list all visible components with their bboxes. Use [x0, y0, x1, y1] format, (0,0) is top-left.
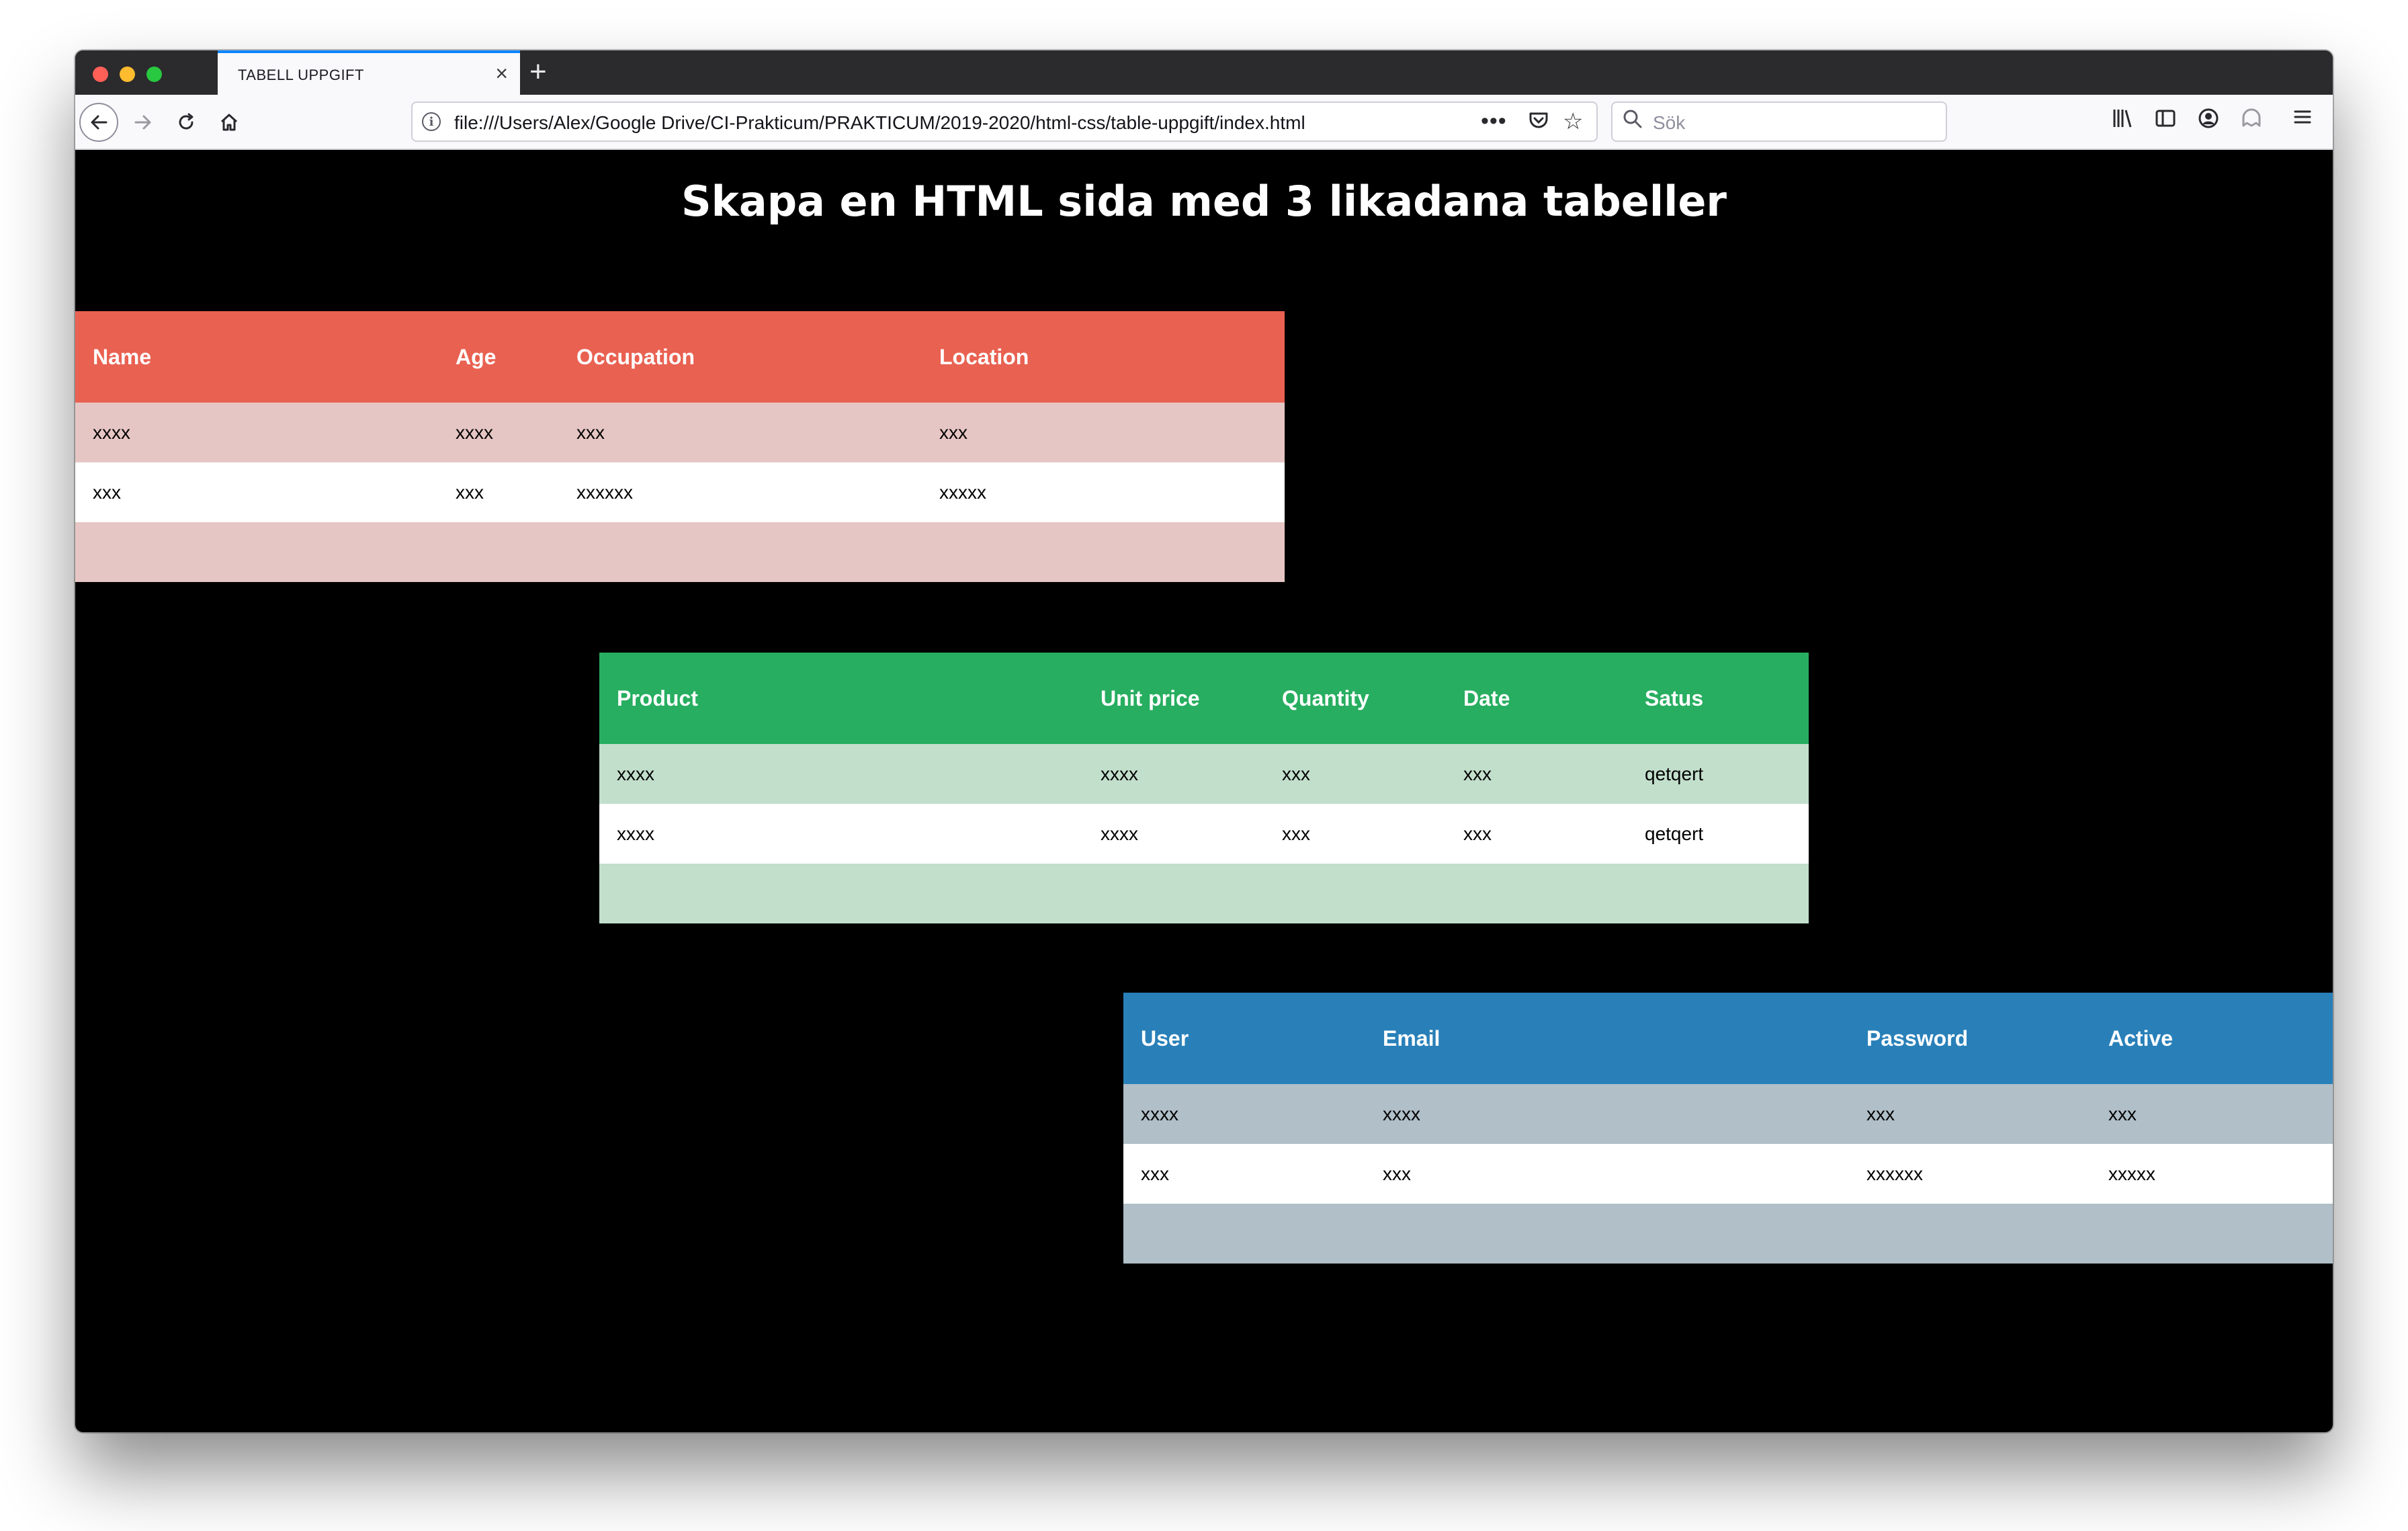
table-people: Name Age Occupation Location xxxx xxxx x… — [75, 311, 1285, 582]
header-cell: Product — [599, 653, 1083, 744]
header-cell: Email — [1365, 993, 1849, 1084]
table-cell: xxxx — [1123, 1084, 1365, 1144]
table-row: xxxx xxxx xxx xxx qetqert — [599, 804, 1809, 864]
forward-icon[interactable] — [124, 103, 163, 142]
table-header-row: User Email Password Active — [1123, 993, 2333, 1084]
table-cell — [1083, 864, 1264, 923]
header-cell: Date — [1446, 653, 1627, 744]
ghost-icon[interactable] — [2240, 107, 2263, 135]
table-cell: xxxx — [1083, 804, 1264, 864]
table-cell: xxxxxx — [559, 462, 922, 522]
page-title: Skapa en HTML sida med 3 likadana tabell… — [681, 177, 1727, 226]
home-icon[interactable] — [210, 103, 249, 142]
page-content: Skapa en HTML sida med 3 likadana tabell… — [75, 150, 2333, 1432]
tab-active[interactable]: TABELL UPPGIFT × — [218, 50, 520, 95]
zoom-window-button[interactable] — [146, 67, 162, 82]
table-cell: xxx — [75, 462, 438, 522]
search-bar[interactable]: Sök — [1611, 101, 1947, 142]
new-tab-button[interactable]: + — [529, 56, 547, 88]
table-cell — [1264, 864, 1446, 923]
table-cell — [2091, 1204, 2333, 1264]
table-cell — [1849, 1204, 2091, 1264]
table-cell: xxx — [1123, 1144, 1365, 1204]
table-cell: xxxxx — [2091, 1144, 2333, 1204]
table-cell: xxx — [922, 403, 1285, 462]
menu-icon[interactable] — [2292, 107, 2313, 132]
table-cell: xxxxx — [922, 462, 1285, 522]
search-icon — [1622, 108, 1643, 136]
tab-strip: TABELL UPPGIFT × + — [75, 50, 2333, 95]
header-cell: Occupation — [559, 311, 922, 403]
table-row: xxxx xxxx xxx xxx qetqert — [599, 744, 1809, 804]
table-users: User Email Password Active xxxx xxxx xxx… — [1123, 993, 2333, 1264]
table-cell: xxx — [559, 403, 922, 462]
table-cell: xxxx — [1083, 744, 1264, 804]
info-icon[interactable]: i — [422, 112, 441, 131]
header-cell: Location — [922, 311, 1285, 403]
header-cell: Active — [2091, 993, 2333, 1084]
table-cell: xxxx — [599, 804, 1083, 864]
table-cell — [1365, 1204, 1849, 1264]
search-placeholder[interactable]: Sök — [1653, 112, 1685, 134]
browser-window: TABELL UPPGIFT × + i file:///Users/Alex/… — [75, 50, 2333, 1432]
back-icon[interactable] — [79, 103, 118, 142]
table-cell: xxxx — [599, 744, 1083, 804]
table-row: xxxx xxxx xxx xxx — [1123, 1084, 2333, 1144]
reload-icon[interactable] — [167, 103, 206, 142]
more-icon[interactable]: ••• — [1481, 108, 1507, 134]
close-window-button[interactable] — [93, 67, 108, 82]
header-cell: Quantity — [1264, 653, 1446, 744]
table-cell: xxx — [1446, 744, 1627, 804]
table-cell: qetqert — [1627, 804, 1809, 864]
header-cell: Age — [438, 311, 559, 403]
table-cell: xxxx — [438, 403, 559, 462]
table-cell — [438, 522, 559, 582]
table-cell: xxx — [1264, 804, 1446, 864]
table-cell: qetqert — [1627, 744, 1809, 804]
table-cell: xxxxxx — [1849, 1144, 2091, 1204]
library-icon[interactable] — [2111, 107, 2134, 135]
table-row: xxxx xxxx xxx xxx — [75, 403, 1285, 462]
sidebar-icon[interactable] — [2154, 107, 2177, 135]
table-cell — [1123, 1204, 1365, 1264]
url-bar[interactable]: i file:///Users/Alex/Google Drive/CI-Pra… — [411, 101, 1598, 142]
table-row: xxx xxx xxxxxx xxxxx — [75, 462, 1285, 522]
table-row: xxx xxx xxxxxx xxxxx — [1123, 1144, 2333, 1204]
table-cell: xxxx — [75, 403, 438, 462]
table-cell — [599, 864, 1083, 923]
minimize-window-button[interactable] — [120, 67, 135, 82]
table-cell — [1446, 864, 1627, 923]
table-header-row: Product Unit price Quantity Date Satus — [599, 653, 1809, 744]
bookmark-star-icon[interactable]: ☆ — [1563, 108, 1583, 135]
table-cell: xxx — [1264, 744, 1446, 804]
table-header-row: Name Age Occupation Location — [75, 311, 1285, 403]
url-text[interactable]: file:///Users/Alex/Google Drive/CI-Prakt… — [454, 112, 1305, 134]
navigation-toolbar: i file:///Users/Alex/Google Drive/CI-Pra… — [75, 95, 2333, 150]
pocket-icon[interactable] — [1528, 110, 1549, 136]
table-cell — [75, 522, 438, 582]
table-row-empty — [75, 522, 1285, 582]
header-cell: User — [1123, 993, 1365, 1084]
account-icon[interactable] — [2197, 107, 2220, 135]
table-products: Product Unit price Quantity Date Satus x… — [599, 653, 1809, 923]
header-cell: Satus — [1627, 653, 1809, 744]
table-row-empty — [599, 864, 1809, 923]
table-cell — [1627, 864, 1809, 923]
table-cell: xxxx — [1365, 1084, 1849, 1144]
table-cell — [922, 522, 1285, 582]
table-cell — [559, 522, 922, 582]
table-cell: xxx — [2091, 1084, 2333, 1144]
table-cell: xxx — [1849, 1084, 2091, 1144]
header-cell: Password — [1849, 993, 2091, 1084]
tab-close-icon[interactable]: × — [495, 61, 508, 85]
table-cell: xxx — [1446, 804, 1627, 864]
table-row-empty — [1123, 1204, 2333, 1264]
table-cell: xxx — [1365, 1144, 1849, 1204]
header-cell: Name — [75, 311, 438, 403]
table-cell: xxx — [438, 462, 559, 522]
tab-title: TABELL UPPGIFT — [238, 67, 364, 83]
header-cell: Unit price — [1083, 653, 1264, 744]
